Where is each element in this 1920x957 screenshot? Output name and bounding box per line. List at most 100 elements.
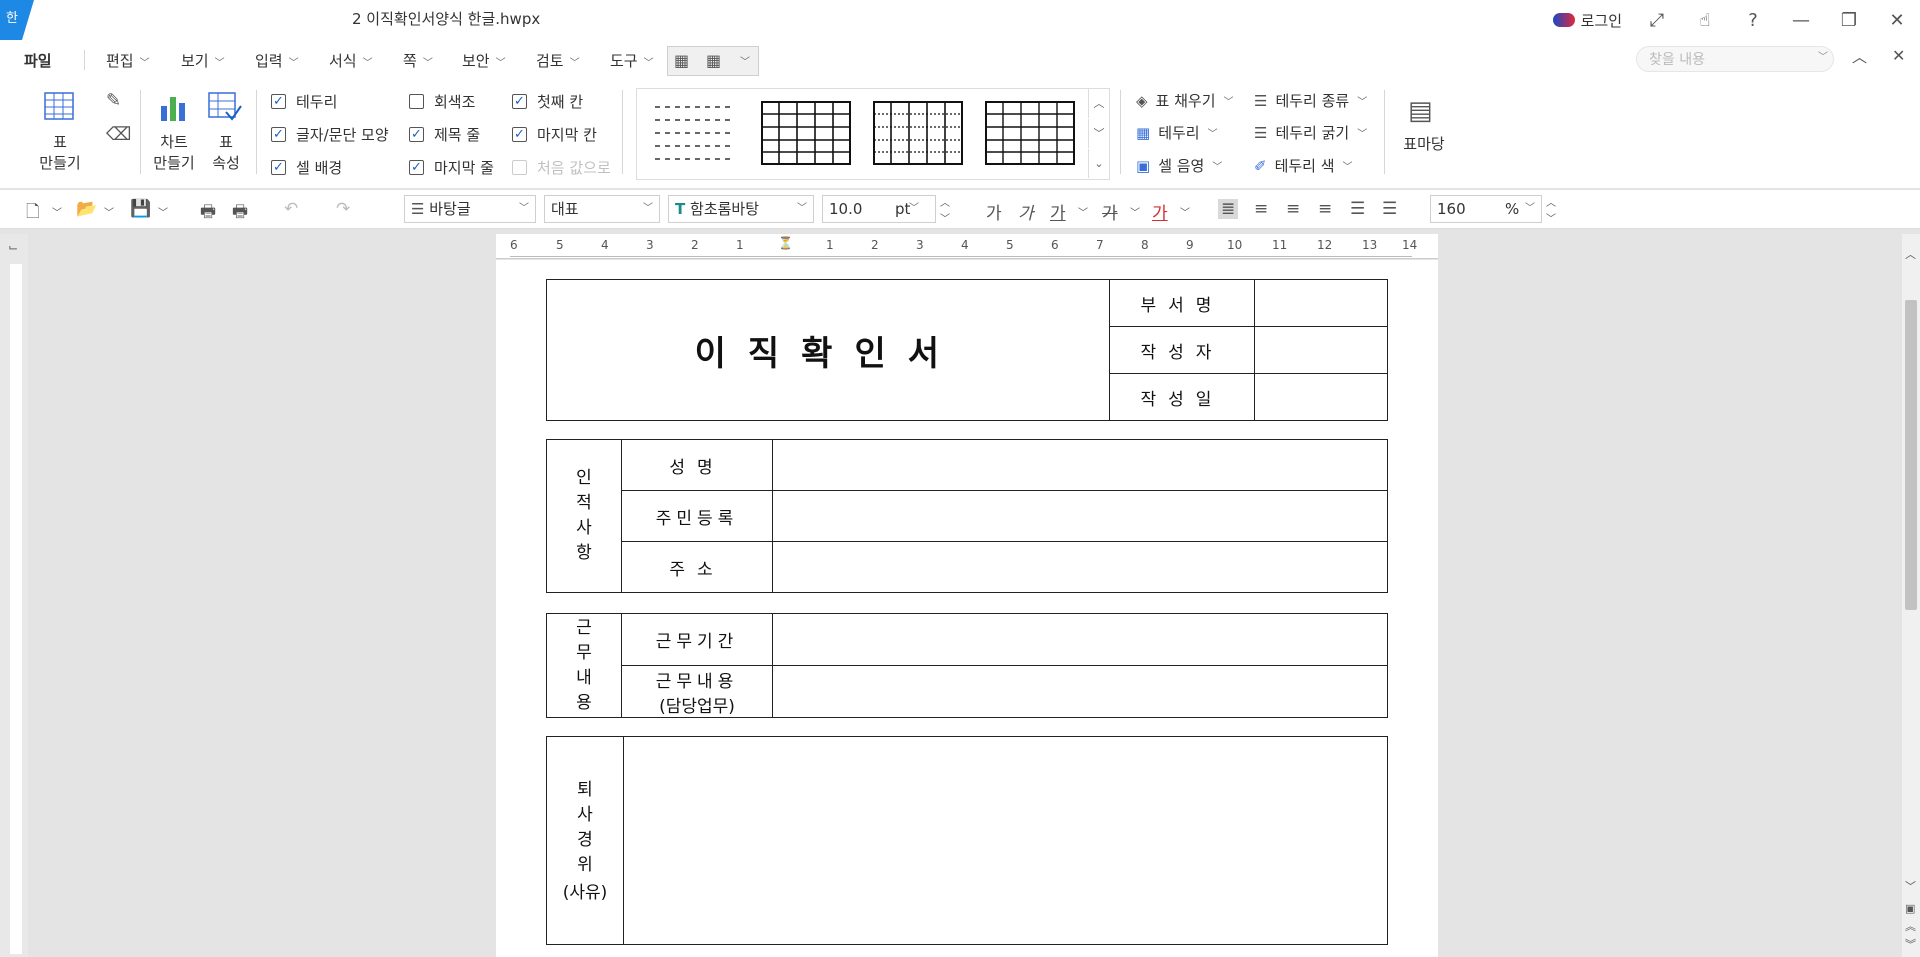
checkbox[interactable]: ✓: [409, 127, 424, 142]
scroll-down-icon[interactable]: ﹀: [1905, 878, 1916, 894]
align-justify-icon[interactable]: ≣: [1218, 199, 1239, 219]
cell-shade-button[interactable]: ▣ 셀 음영 ﹀: [1136, 155, 1222, 176]
align-distribute-icon[interactable]: ☰: [1350, 199, 1365, 219]
close-doc-icon[interactable]: ✕: [1892, 46, 1905, 65]
table-make-button[interactable]: 표 만들기: [30, 132, 90, 174]
new-doc-icon[interactable]: 🗋: [26, 199, 40, 228]
border-width-button[interactable]: ☰ 테두리 굵기 ﹀: [1254, 122, 1367, 143]
draw-table-icon[interactable]: ✎: [106, 90, 121, 111]
value-cell[interactable]: [772, 665, 1388, 718]
value-cell[interactable]: [772, 490, 1388, 542]
chart-icon[interactable]: [158, 94, 188, 126]
ruler-corner-icon[interactable]: ⌙: [8, 240, 18, 254]
underline-icon[interactable]: 가: [1050, 199, 1066, 224]
fill-table-button[interactable]: ◈ 표 채우기 ﹀: [1136, 90, 1234, 111]
minimize-button[interactable]: —: [1788, 10, 1814, 31]
prev-page-icon[interactable]: ︽: [1905, 918, 1916, 934]
menu-page[interactable]: 쪽 ﹀: [403, 50, 433, 71]
align-divide-icon[interactable]: ☰: [1382, 199, 1397, 219]
zoom-input[interactable]: 160% ﹀: [1430, 195, 1542, 223]
menu-security[interactable]: 보안 ﹀: [462, 50, 506, 71]
checkbox[interactable]: ✓: [271, 94, 286, 109]
checkbox[interactable]: [409, 94, 424, 109]
page-view-icon[interactable]: ▣: [1905, 902, 1915, 915]
indent-marker-icon[interactable]: ⏳: [778, 236, 793, 250]
title-cell[interactable]: 이직확인서: [546, 279, 1110, 421]
check-first-col[interactable]: ✓ 첫째 칸: [512, 91, 583, 112]
open-folder-icon[interactable]: 📂: [76, 199, 97, 219]
find-dropdown-icon[interactable]: ﹀: [1818, 48, 1828, 63]
table-yard-button[interactable]: 표마당: [1396, 134, 1452, 155]
checkbox[interactable]: ✓: [512, 94, 527, 109]
size-down-icon[interactable]: ﹀: [940, 210, 950, 225]
language-select[interactable]: 대표 ﹀: [544, 195, 660, 223]
check-last-col[interactable]: ✓ 마지막 칸: [512, 124, 597, 145]
table-style-grid[interactable]: [761, 101, 851, 169]
checkbox[interactable]: ✓: [409, 160, 424, 175]
value-cell[interactable]: [772, 439, 1388, 491]
zoom-down-icon[interactable]: ﹀: [1546, 210, 1556, 225]
print-preview-icon[interactable]: 🖶: [232, 199, 248, 228]
font-select[interactable]: T 함초롬바탕 ﹀: [668, 195, 814, 223]
print-icon[interactable]: 🖶: [200, 199, 216, 228]
chevron-down-icon[interactable]: ﹀: [1130, 204, 1140, 219]
table-style-dotted[interactable]: [873, 101, 963, 169]
table-props-icon[interactable]: [208, 92, 242, 126]
login-button[interactable]: 로그인: [1552, 10, 1622, 31]
table-make-icon[interactable]: [44, 92, 74, 124]
chart-make-button[interactable]: 차트 만들기: [146, 132, 202, 174]
header-value-cell[interactable]: [1254, 326, 1388, 374]
checkbox[interactable]: ✓: [271, 127, 286, 142]
scrollbar-thumb[interactable]: [1905, 300, 1917, 610]
table-yard-icon[interactable]: ▤: [1408, 96, 1433, 126]
chevron-down-icon[interactable]: ﹀: [1180, 204, 1190, 219]
zoom-up-icon[interactable]: ︿: [1546, 194, 1556, 209]
scroll-up-icon[interactable]: ︿: [1905, 246, 1916, 262]
erase-table-icon[interactable]: ⌫: [106, 124, 131, 145]
gallery-down-icon[interactable]: ﹀: [1088, 119, 1109, 148]
chevron-down-icon[interactable]: ﹀: [52, 204, 62, 219]
border-color-button[interactable]: ✐ 테두리 색 ﹀: [1254, 155, 1353, 176]
table-style-dashed[interactable]: [653, 101, 733, 169]
collapse-ribbon-icon[interactable]: ︿: [1852, 46, 1867, 67]
strikethrough-icon[interactable]: 가: [1102, 199, 1118, 224]
align-right-icon[interactable]: ≡: [1318, 199, 1332, 219]
check-char-para[interactable]: ✓ 글자/문단 모양: [271, 124, 389, 145]
chevron-down-icon[interactable]: ﹀: [1078, 204, 1088, 219]
table-context-tabs[interactable]: ▦ ▦ ﹀: [667, 46, 759, 76]
align-center-icon[interactable]: ≡: [1286, 199, 1300, 219]
menu-view[interactable]: 보기 ﹀: [181, 50, 225, 71]
check-last-row[interactable]: ✓ 마지막 줄: [409, 157, 494, 178]
font-color-icon[interactable]: 가: [1152, 199, 1168, 224]
check-grayscale[interactable]: 회색조: [409, 91, 475, 112]
table-style-thick[interactable]: [985, 101, 1075, 169]
chevron-down-icon[interactable]: ﹀: [158, 204, 168, 219]
table-layout-icon[interactable]: ▦: [706, 51, 721, 70]
redo-icon[interactable]: ↷: [336, 199, 350, 219]
check-border[interactable]: ✓ 테두리: [271, 91, 337, 112]
expand-icon[interactable]: ⤢: [1644, 10, 1670, 31]
table-props-button[interactable]: 표 속성: [204, 132, 248, 174]
check-title-row[interactable]: ✓ 제목 줄: [409, 124, 480, 145]
menu-insert[interactable]: 입력 ﹀: [255, 50, 299, 71]
italic-icon[interactable]: 가: [1018, 199, 1034, 224]
menu-file[interactable]: 파일: [24, 50, 52, 71]
check-cell-bg[interactable]: ✓ 셀 배경: [271, 157, 342, 178]
chevron-down-icon[interactable]: ﹀: [740, 53, 750, 68]
checkbox[interactable]: ✓: [271, 160, 286, 175]
table-style-gallery[interactable]: ︿ ﹀ ⌄: [636, 88, 1110, 180]
menu-review[interactable]: 검토 ﹀: [536, 50, 580, 71]
font-size-input[interactable]: 10.0 pt ﹀: [822, 195, 936, 223]
gallery-more-icon[interactable]: ⌄: [1088, 149, 1109, 178]
value-cell[interactable]: [772, 541, 1388, 593]
document-page[interactable]: 이직확인서 부서명 작성자 작성일 인적사항 성명 주민등록 주소 근무 내 용…: [496, 260, 1438, 957]
header-value-cell[interactable]: [1254, 373, 1388, 421]
next-page-icon[interactable]: ︾: [1905, 936, 1916, 952]
find-input[interactable]: 찾을 내용: [1636, 46, 1834, 72]
touch-mode-icon[interactable]: ☝: [1692, 10, 1718, 31]
header-value-cell[interactable]: [1254, 279, 1388, 327]
restore-button[interactable]: ❐: [1836, 10, 1862, 31]
bold-icon[interactable]: 가: [986, 199, 1002, 224]
close-button[interactable]: ✕: [1884, 10, 1910, 31]
help-icon[interactable]: ?: [1740, 10, 1766, 31]
